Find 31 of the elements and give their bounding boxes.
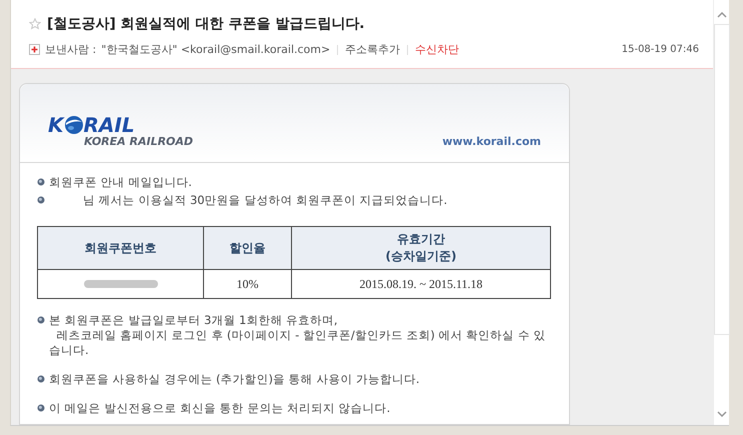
table-cell: 2015.08.19. ~ 2015.11.18	[359, 276, 483, 290]
note-text: 이 메일은 발신전용으로 회신을 통한 문의는 처리되지 않습니다.	[49, 401, 390, 416]
intro-text: 님 께서는 이용실적 30만원을 달성하여 회원쿠폰이 지급되었습니다.	[82, 193, 448, 208]
plus-icon[interactable]	[29, 44, 40, 55]
add-contact-link[interactable]: 주소록추가	[345, 42, 400, 57]
bullet-icon	[37, 178, 45, 186]
logo-word: RAIL	[84, 115, 135, 135]
block-sender-link[interactable]: 수신차단	[415, 42, 460, 57]
mail-date: 15-08-19 07:46	[622, 44, 699, 55]
sender-label: 보낸사람 :	[45, 42, 96, 57]
scroll-down-icon[interactable]	[716, 411, 726, 417]
sender-address: "한국철도공사" <korail@smail.korail.com>	[101, 42, 330, 57]
note-text: 본 회원쿠폰은 발급일로부터 3개월 1회한해 유효하며, 레츠코레일 홈페이지 로그인 후 (마이페이지 - 할인쿠폰/할인카드 조회) 에서 확인하실 수 있습니다.	[49, 313, 547, 358]
column-header: 유효기간 (승차일기준)	[292, 226, 550, 270]
bullet-icon	[37, 196, 45, 204]
note-text: 회원쿠폰을 사용하실 경우에는 (추가할인)을 통해 사용이 가능합니다.	[49, 372, 420, 387]
bullet-icon	[37, 375, 45, 383]
table-cell: 10%	[236, 276, 258, 290]
website-link[interactable]: www.korail.com	[442, 135, 541, 148]
logo-subtitle: KOREA RAILROAD	[84, 135, 194, 148]
column-header: 할인율	[204, 226, 292, 270]
bullet-icon	[37, 404, 45, 412]
mail-subject: [철도공사] 회원실적에 대한 쿠폰을 발급드립니다.	[47, 15, 365, 33]
scroll-up-icon[interactable]	[716, 12, 726, 18]
globe-icon	[64, 115, 84, 135]
star-icon[interactable]	[29, 18, 41, 30]
logo-letter: K	[48, 115, 64, 135]
column-header: 회원쿠폰번호	[38, 226, 204, 270]
scrollbar[interactable]	[713, 0, 729, 425]
bullet-icon	[37, 316, 45, 324]
intro-text: 회원쿠폰 안내 메일입니다.	[49, 175, 192, 190]
